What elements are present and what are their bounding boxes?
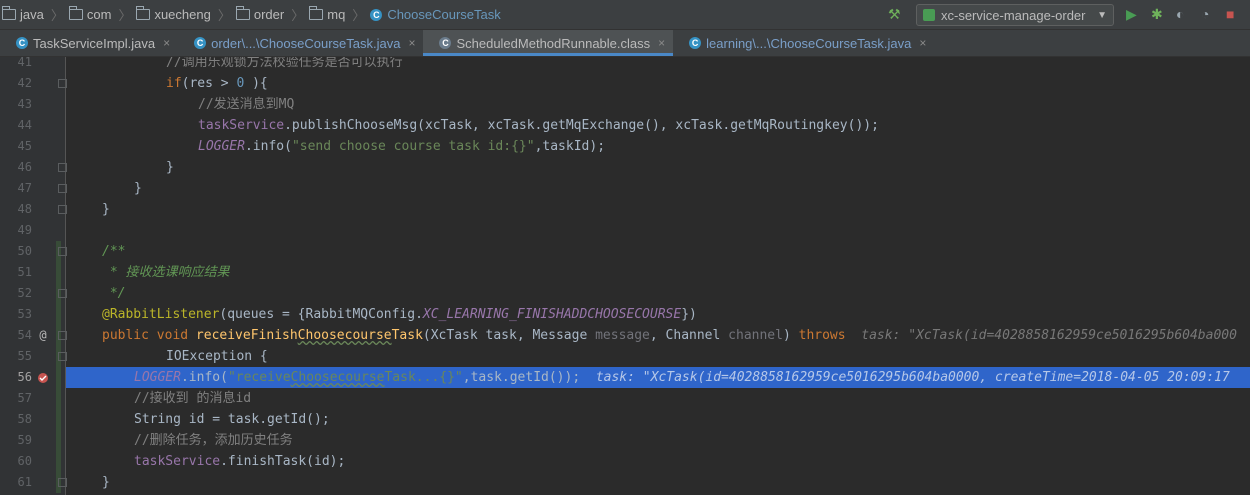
code-line-43[interactable]: //发送消息到MQ	[198, 94, 1250, 115]
close-icon[interactable]: ×	[919, 36, 926, 50]
editor-tabs: C TaskServiceImpl.java × C order\...\Cho…	[0, 30, 1250, 57]
code-line-47[interactable]: }	[134, 178, 1250, 199]
close-icon[interactable]: ×	[658, 36, 665, 50]
line-number: 61	[17, 475, 32, 489]
breadcrumb-item-mq[interactable]: mq	[307, 6, 349, 22]
code-line-44[interactable]: taskService.publishChooseMsg(xcTask, xcT…	[198, 115, 1250, 136]
breadcrumb-item-choosecoursetask[interactable]: C ChooseCourseTask	[368, 7, 504, 22]
chevron-down-icon: ▼	[1097, 9, 1107, 21]
breakpoint-icon[interactable]	[36, 367, 50, 388]
code-line-48[interactable]: }	[102, 199, 1250, 220]
line-number: 59	[17, 433, 32, 447]
code-line-61[interactable]: }	[102, 472, 1250, 493]
line-number: 43	[17, 97, 32, 111]
line-number: 45	[17, 139, 32, 153]
class-file-icon: C	[439, 37, 452, 49]
line-number: 41	[17, 55, 32, 69]
line-number: 48	[17, 202, 32, 216]
folder-icon	[68, 6, 83, 20]
line-number: 52	[17, 286, 32, 300]
line-number: 47	[17, 181, 32, 195]
folder-icon	[235, 6, 250, 20]
code-line-46[interactable]: }	[166, 157, 1250, 178]
chevron-right-icon: 〉	[291, 8, 305, 23]
breadcrumb: java 〉 com 〉 xuecheng 〉 order 〉 mq 〉 C Ch…	[0, 0, 505, 29]
tab-order-choosecoursetask[interactable]: C order\...\ChooseCourseTask.java ×	[178, 30, 423, 56]
folder-icon	[309, 6, 324, 20]
chevron-right-icon: 〉	[118, 8, 132, 23]
code-line-59[interactable]: //删除任务，添加历史任务	[134, 430, 1250, 451]
tab-learning-choosecoursetask[interactable]: C learning\...\ChooseCourseTask.java ×	[673, 30, 934, 56]
line-number: 57	[17, 391, 32, 405]
line-number: 46	[17, 160, 32, 174]
close-icon[interactable]: ×	[163, 36, 170, 50]
line-number: 53	[17, 307, 32, 321]
override-marker-icon[interactable]: @	[36, 325, 50, 346]
debug-icon[interactable]: ✱	[1151, 6, 1163, 22]
run-configuration-select[interactable]: xc-service-manage-order ▼	[916, 4, 1114, 26]
folder-icon	[2, 6, 16, 20]
class-icon: C	[689, 37, 702, 49]
editor-gutter[interactable]: 41 42 43 44 45 46 47 48 49 50 51 52 53 5…	[0, 55, 67, 495]
run-icon[interactable]: ▶	[1126, 6, 1137, 22]
code-line-41[interactable]: //调用乐观锁方法校验任务是否可以执行	[166, 57, 1250, 73]
vcs-change-marker[interactable]	[56, 241, 61, 493]
class-icon: C	[370, 8, 383, 21]
tab-scheduledmethodrunnable[interactable]: C ScheduledMethodRunnable.class ×	[423, 30, 674, 56]
code-line-50[interactable]: /**	[102, 241, 1250, 262]
build-icon[interactable]: ⚒	[888, 6, 901, 22]
line-number: 60	[17, 454, 32, 468]
debug-inline-value: task: "XcTask(id=4028858162959ce5016295b…	[861, 328, 1237, 343]
chevron-right-icon: 〉	[352, 8, 366, 23]
class-icon: C	[194, 37, 207, 49]
breadcrumb-item-xuecheng[interactable]: xuecheng	[134, 6, 214, 22]
stop-icon[interactable]: ■	[1226, 6, 1234, 22]
code-line-52[interactable]: */	[102, 283, 1250, 304]
navigation-bar: java 〉 com 〉 xuecheng 〉 order 〉 mq 〉 C Ch…	[0, 0, 1250, 30]
coverage-icon[interactable]: ◐	[1176, 6, 1184, 22]
close-icon[interactable]: ×	[408, 36, 415, 50]
code-line-45[interactable]: LOGGER.info("send choose course task id:…	[198, 136, 1250, 157]
code-line-60[interactable]: taskService.finishTask(id);	[134, 451, 1250, 472]
breadcrumb-item-com[interactable]: com	[67, 6, 116, 22]
line-number: 51	[17, 265, 32, 279]
line-number-current: 56	[17, 370, 32, 384]
profile-icon[interactable]: ◔	[1201, 6, 1209, 22]
line-number: 49	[17, 223, 32, 237]
line-number: 42	[17, 76, 32, 90]
folder-icon	[136, 6, 151, 20]
code-line-42[interactable]: if(res > 0 ){	[166, 73, 1250, 94]
chevron-right-icon: 〉	[50, 8, 64, 23]
code-line-57[interactable]: //接收到 的消息id	[134, 388, 1250, 409]
line-number: 58	[17, 412, 32, 426]
line-number: 44	[17, 118, 32, 132]
debug-inline-value: task: "XcTask(id=4028858162959ce5016295b…	[595, 370, 1230, 385]
code-line-51[interactable]: * 接收选课响应结果	[102, 262, 1250, 283]
code-editor[interactable]: //调用乐观锁方法校验任务是否可以执行 if(res > 0 ){ //发送消息…	[66, 57, 1250, 495]
line-number: 55	[17, 349, 32, 363]
chevron-right-icon: 〉	[217, 8, 231, 23]
code-line-53[interactable]: @RabbitListener(queues = {RabbitMQConfig…	[102, 304, 1250, 325]
code-line-58[interactable]: String id = task.getId();	[134, 409, 1250, 430]
breadcrumb-item-java[interactable]: java	[0, 6, 48, 22]
line-number: 54	[17, 328, 32, 342]
code-line-55[interactable]: IOException {	[166, 346, 1250, 367]
breadcrumb-item-order[interactable]: order	[234, 6, 288, 22]
run-config-icon	[923, 9, 935, 21]
class-icon: C	[16, 37, 28, 49]
code-line-56[interactable]: LOGGER.info("receiveChoosecourseTask...{…	[134, 367, 1250, 388]
code-line-54[interactable]: public void receiveFinishChoosecourseTas…	[102, 325, 1250, 346]
line-number: 50	[17, 244, 32, 258]
